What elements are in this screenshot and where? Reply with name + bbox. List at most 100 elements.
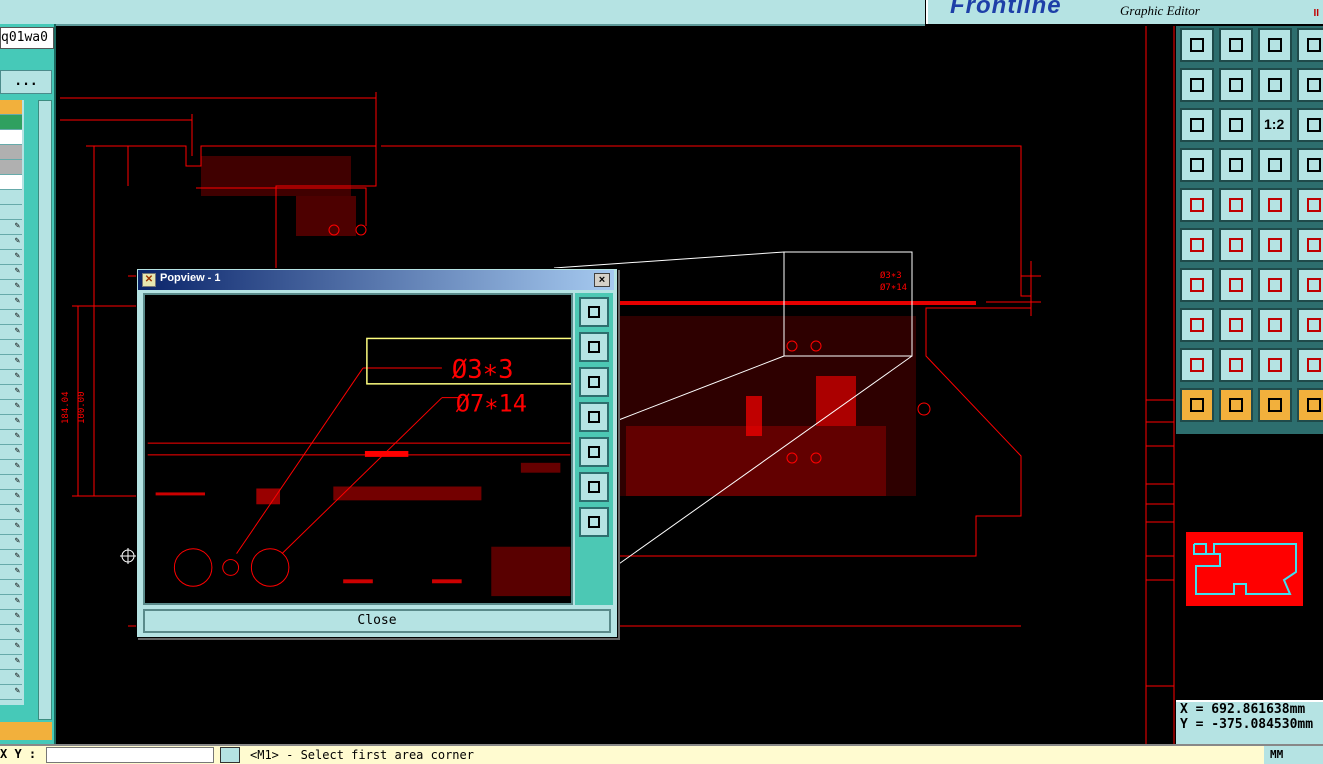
layer-down-button[interactable] — [1219, 28, 1253, 62]
cursor-button[interactable] — [1180, 388, 1214, 422]
cursor4-button[interactable] — [1297, 388, 1323, 422]
window2-button[interactable] — [1297, 68, 1323, 102]
layer-row[interactable]: ✎ — [0, 445, 22, 460]
layer-row[interactable]: ✎ — [0, 415, 22, 430]
close-button[interactable]: Close — [143, 609, 611, 633]
layer-row[interactable]: ✎ — [0, 280, 22, 295]
palette-button[interactable] — [1180, 148, 1214, 182]
layer-row[interactable]: ✎ — [0, 580, 22, 595]
layer-row[interactable]: ✎ — [0, 325, 22, 340]
layer-row[interactable]: ✎ — [0, 610, 22, 625]
traffic-button[interactable] — [1258, 148, 1292, 182]
pan-left-button[interactable] — [579, 402, 609, 432]
coordinate-input[interactable] — [46, 747, 214, 763]
layer-row[interactable]: ✎ — [0, 310, 22, 325]
cursor2-button[interactable] — [1219, 388, 1253, 422]
layer-row[interactable]: ✎ — [0, 625, 22, 640]
layer-row[interactable]: ✎ — [0, 655, 22, 670]
layer-row[interactable] — [0, 100, 22, 115]
layer-row[interactable]: ✎ — [0, 400, 22, 415]
line-button[interactable] — [1219, 308, 1253, 342]
split-button[interactable] — [1297, 268, 1323, 302]
unit-selector[interactable]: MM — [1264, 746, 1323, 764]
more-button[interactable]: ... — [0, 70, 52, 94]
undo-button[interactable] — [1258, 68, 1292, 102]
probe-button[interactable] — [1219, 148, 1253, 182]
triangle-up-button[interactable] — [1219, 348, 1253, 382]
job-name-field[interactable]: q01wa0 — [0, 27, 54, 49]
dot-button[interactable] — [1297, 188, 1323, 222]
pause-icon[interactable]: II — [1313, 8, 1319, 19]
layer-row[interactable] — [0, 145, 22, 160]
layer-row[interactable]: ✎ — [0, 685, 22, 700]
sym-button[interactable] — [1297, 308, 1323, 342]
fit-button[interactable] — [1180, 108, 1214, 142]
fit-view-button[interactable] — [579, 472, 609, 502]
layer-row[interactable]: ✎ — [0, 430, 22, 445]
slope-button[interactable] — [1297, 348, 1323, 382]
pin2-button[interactable] — [1297, 228, 1323, 262]
layer-row[interactable]: ✎ — [0, 235, 22, 250]
layer-row[interactable] — [0, 115, 22, 130]
layer-row[interactable]: ✎ — [0, 670, 22, 685]
center-button[interactable] — [1219, 108, 1253, 142]
layer-edit-icon: ✎ — [14, 461, 20, 471]
layer-row[interactable]: ✎ — [0, 370, 22, 385]
layer-row[interactable]: ✎ — [0, 565, 22, 580]
measure-button[interactable] — [1258, 308, 1292, 342]
layer-row[interactable]: ✎ — [0, 265, 22, 280]
layer-row[interactable]: ✎ — [0, 640, 22, 655]
layer-row[interactable]: ✎ — [0, 520, 22, 535]
pan-down-button[interactable] — [579, 367, 609, 397]
layer-row[interactable]: ✎ — [0, 340, 22, 355]
home-button[interactable] — [1258, 28, 1292, 62]
cursor3-button[interactable] — [1258, 388, 1292, 422]
popview-canvas[interactable]: Ø3∗3 Ø7∗14 — [143, 293, 573, 605]
input-toggle-button[interactable] — [220, 747, 240, 763]
angle-button[interactable] — [1180, 268, 1214, 302]
diagonal-button[interactable] — [1219, 188, 1253, 222]
pad-point-button[interactable] — [1180, 188, 1214, 222]
center-view-button[interactable] — [579, 507, 609, 537]
layer-row[interactable]: ✎ — [0, 535, 22, 550]
layer-row[interactable]: ✎ — [0, 490, 22, 505]
popview-close-icon[interactable]: × — [594, 273, 610, 287]
layer-row[interactable]: ✎ — [0, 475, 22, 490]
layer-row[interactable]: ✎ — [0, 460, 22, 475]
layer-row[interactable]: ✎ — [0, 250, 22, 265]
ratio-1-2-button[interactable]: 1:2 — [1258, 108, 1292, 142]
layer-row[interactable]: ✎ — [0, 550, 22, 565]
layer-row[interactable]: ✎ — [0, 295, 22, 310]
layer-row[interactable]: ✎ — [0, 220, 22, 235]
layer-row[interactable]: ✎ — [0, 355, 22, 370]
layer-row[interactable]: ✎ — [0, 505, 22, 520]
layer-row[interactable] — [0, 190, 22, 205]
ruler-button[interactable] — [1258, 188, 1292, 222]
layer-up-button[interactable] — [1180, 28, 1214, 62]
import-left-button[interactable] — [1180, 68, 1214, 102]
cross-button[interactable] — [1219, 228, 1253, 262]
export-right-button[interactable] — [1219, 68, 1253, 102]
layer-row[interactable] — [0, 160, 22, 175]
pad-button[interactable] — [1180, 308, 1214, 342]
pan-right-button[interactable] — [579, 437, 609, 467]
zoom-window-button[interactable] — [579, 297, 609, 327]
traffic2-button[interactable] — [1297, 148, 1323, 182]
triangle-button[interactable] — [1180, 348, 1214, 382]
trapezoid-button[interactable] — [1258, 348, 1292, 382]
help-button[interactable] — [1297, 108, 1323, 142]
layer-row[interactable]: ✎ — [0, 385, 22, 400]
layer-row[interactable] — [0, 130, 22, 145]
layer-row[interactable] — [0, 175, 22, 190]
layer-scrollbar[interactable] — [38, 100, 52, 720]
layer-row[interactable]: ✎ — [0, 595, 22, 610]
window-button[interactable] — [1297, 28, 1323, 62]
arc-button[interactable] — [1258, 268, 1292, 302]
net-nodes-button[interactable] — [1180, 228, 1214, 262]
layer-row[interactable] — [0, 205, 22, 220]
arrow-button[interactable] — [1219, 268, 1253, 302]
pan-up-button[interactable] — [579, 332, 609, 362]
pin-button[interactable] — [1258, 228, 1292, 262]
popview-titlebar[interactable]: ✕ Popview - 1 × — [138, 270, 614, 290]
board-thumbnail[interactable] — [1186, 532, 1303, 606]
